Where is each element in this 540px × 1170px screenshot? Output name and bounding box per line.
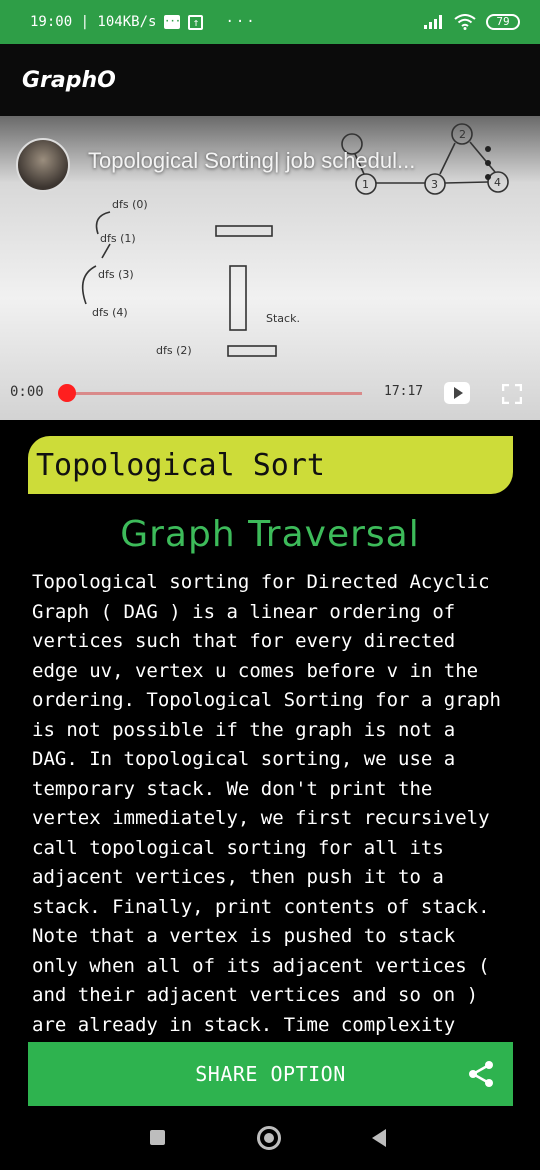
status-right: 79	[424, 14, 520, 30]
wifi-icon	[454, 14, 476, 30]
section-title: Graph Traversal	[120, 514, 420, 555]
video-total-time: 17:17	[384, 384, 424, 399]
status-left: 19:00 | 104KB/s ··· ↑ ···	[30, 14, 257, 30]
signal-icon	[424, 15, 442, 29]
topic-banner: Topological Sort	[28, 436, 513, 494]
youtube-play-icon[interactable]	[444, 382, 470, 404]
description-text: Topological sorting for Directed Acyclic…	[32, 571, 501, 1065]
video-player[interactable]: dfs (0) dfs (1) dfs (3) dfs (4) dfs (2) …	[0, 116, 540, 420]
svg-text:4: 4	[494, 176, 501, 189]
svg-text:3: 3	[431, 178, 438, 191]
svg-text:dfs (1): dfs (1)	[100, 232, 136, 245]
svg-text:dfs (3): dfs (3)	[98, 268, 134, 281]
svg-text:1: 1	[362, 178, 369, 191]
video-seek-knob[interactable]	[58, 384, 76, 402]
battery-icon: 79	[486, 14, 520, 30]
home-icon[interactable]	[257, 1126, 281, 1150]
channel-avatar[interactable]	[16, 138, 70, 192]
topic-title: Topological Sort	[36, 447, 325, 483]
back-icon[interactable]	[372, 1129, 386, 1147]
system-nav-bar	[0, 1106, 540, 1170]
video-title[interactable]: Topological Sorting| job schedul...	[88, 148, 415, 174]
video-seekbar[interactable]	[66, 392, 362, 395]
svg-text:dfs (2): dfs (2)	[156, 344, 192, 357]
app-bar: GraphO	[0, 44, 540, 116]
svg-text:Stack.: Stack.	[266, 312, 300, 325]
recents-icon[interactable]	[150, 1130, 165, 1145]
svg-text:dfs (4): dfs (4)	[92, 306, 128, 319]
status-bar: 19:00 | 104KB/s ··· ↑ ··· 79	[0, 0, 540, 44]
svg-text:2: 2	[459, 128, 466, 141]
app-title: GraphO	[22, 67, 116, 93]
video-more-icon[interactable]	[482, 146, 494, 180]
upload-icon: ↑	[188, 14, 204, 30]
more-dots-icon: ···	[225, 14, 257, 30]
status-time: 19:00 | 104KB/s	[30, 14, 157, 30]
video-current-time: 0:00	[10, 384, 44, 400]
fullscreen-icon[interactable]	[502, 384, 522, 404]
svg-text:dfs (0): dfs (0)	[112, 198, 148, 211]
share-button[interactable]: SHARE OPTION	[28, 1042, 513, 1106]
share-button-label: SHARE OPTION	[195, 1062, 346, 1086]
chat-icon: ···	[164, 15, 181, 29]
share-icon[interactable]	[467, 1060, 495, 1088]
